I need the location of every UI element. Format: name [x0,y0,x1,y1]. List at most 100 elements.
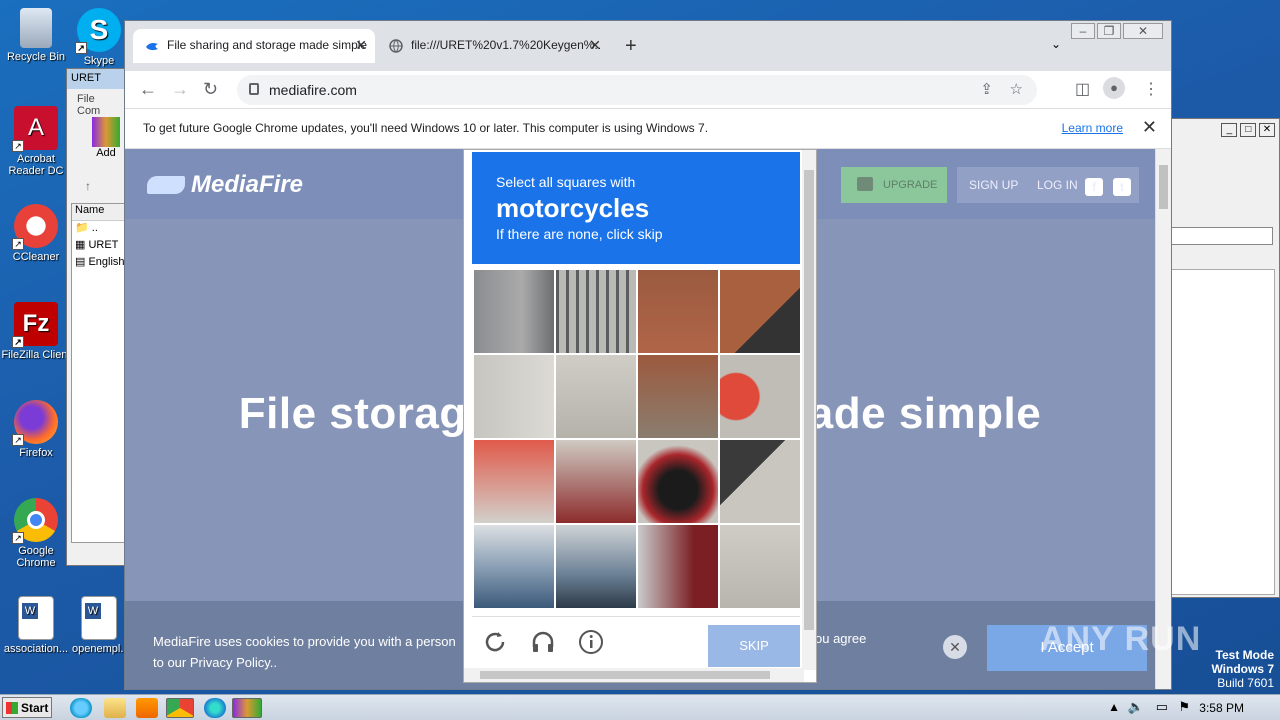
facebook-icon[interactable]: f [1085,178,1103,196]
page-scrollbar[interactable] [1155,149,1171,689]
start-button[interactable]: Start [2,697,52,718]
captcha-tile[interactable] [474,525,554,608]
taskbar-clock[interactable]: 3:58 PM [1199,701,1244,715]
add-button[interactable]: Add [89,117,123,159]
refresh-icon[interactable] [482,629,508,655]
minimize-icon[interactable]: – [1071,23,1095,39]
close-infobar-icon[interactable]: ✕ [1142,117,1157,138]
desktop-icon-ccleaner[interactable]: ↗ CCleaner [0,204,72,263]
close-window-icon[interactable]: ✕ [1123,23,1163,39]
network-icon[interactable]: ▭ [1156,699,1168,715]
explorer-folder-icon[interactable] [104,698,126,718]
new-tab-icon[interactable]: + [625,35,637,58]
captcha-tile[interactable] [556,270,636,353]
edge-icon[interactable] [204,698,226,718]
tab-mediafire[interactable]: File sharing and storage made simple ✕ [133,29,375,63]
tab-search-chevron-icon[interactable]: ⌄ [1051,37,1061,51]
captcha-tile[interactable] [720,525,800,608]
mediafire-logo[interactable]: MediaFire [147,171,303,199]
winrar-taskbar-icon[interactable] [232,698,262,718]
sign-up-link[interactable]: SIGN UP [969,178,1018,192]
winrar-window[interactable]: URET File Com Add ↑ Name 📁 .. ▦ URET ▤ E… [66,68,128,566]
tab-file[interactable]: file:///URET%20v1.7%20Keygen%.. ✕ [377,29,609,63]
desktop-icon-openempl[interactable]: W openempl... [72,596,126,655]
desktop-icon-association[interactable]: W association... [0,596,72,655]
menu-file[interactable]: File [77,93,95,105]
learn-more-link[interactable]: Learn more [1062,121,1123,135]
captcha-tile[interactable] [556,355,636,438]
desktop-icon-firefox[interactable]: ↗ Firefox [0,400,72,459]
flag-notification-icon[interactable]: ⚑ [1178,699,1190,715]
captcha-tile[interactable] [638,525,718,608]
media-player-icon[interactable] [136,698,158,718]
close-icon[interactable]: ✕ [1259,123,1275,137]
captcha-tile[interactable] [638,355,718,438]
close-tab-icon[interactable]: ✕ [589,37,601,54]
scroll-thumb[interactable] [804,170,814,630]
captcha-tile[interactable] [556,525,636,608]
tab-title: File sharing and storage made simple [167,38,368,52]
forward-icon[interactable]: → [171,79,189,100]
upgrade-button[interactable]: UPGRADE [841,167,947,203]
skype-icon: S ↗ [75,8,121,54]
captcha-tile[interactable] [720,440,800,523]
cookie-close-icon[interactable]: ✕ [943,635,967,659]
captcha-tile[interactable] [638,440,718,523]
side-panel-icon[interactable]: ◫ [1075,79,1090,99]
share-icon[interactable]: ⇪ [980,80,993,98]
desktop-icon-skype[interactable]: S ↗ Skype [74,8,124,67]
up-arrow-icon[interactable]: ↑ [85,179,91,193]
browser-window[interactable]: File sharing and storage made simple ✕ f… [124,20,1172,690]
maximize-icon[interactable]: □ [1240,123,1257,137]
captcha-horizontal-scrollbar[interactable] [464,668,804,682]
dropdown[interactable] [1169,227,1273,245]
log-in-link[interactable]: LOG IN [1037,178,1078,192]
close-tab-icon[interactable]: ✕ [355,37,367,54]
captcha-tile[interactable] [720,270,800,353]
hero-left: File storag [238,389,467,438]
captcha-tile[interactable] [638,270,718,353]
winrar-add-icon [92,117,120,147]
captcha-tile[interactable] [720,355,800,438]
desktop-icon-label: Google Chrome [16,545,56,569]
ie-icon[interactable] [70,698,92,718]
desktop-icon-recycle-bin[interactable]: Recycle Bin [0,8,72,63]
scroll-thumb[interactable] [480,671,770,679]
captcha-scrollbar[interactable] [802,150,816,670]
captcha-tile[interactable] [474,440,554,523]
headphones-audio-icon[interactable] [530,629,556,655]
captcha-tile[interactable] [474,270,554,353]
restore-icon[interactable]: ❐ [1097,23,1121,39]
skip-button[interactable]: SKIP [708,625,800,667]
desktop-icon-acrobat[interactable]: A ↗ Acrobat Reader DC [0,106,72,177]
desktop-icon-chrome[interactable]: ↗ Google Chrome [0,498,72,569]
column-header-name[interactable]: Name [72,204,124,221]
captcha-tile[interactable] [474,355,554,438]
test-mode-watermark: Test Mode Windows 7 Build 7601 [1211,648,1274,690]
twitter-icon[interactable]: t [1113,178,1131,196]
info-icon[interactable] [578,629,604,655]
volume-icon[interactable]: 🔈 [1128,699,1144,715]
background-window[interactable]: _ □ ✕ [1168,118,1280,598]
list-item[interactable]: ▤ English [72,255,124,272]
winrar-file-list[interactable]: Name 📁 .. ▦ URET ▤ English [71,203,125,543]
list-item[interactable]: 📁 .. [72,221,124,238]
winrar-titlebar[interactable]: URET [67,69,127,89]
back-icon[interactable]: ← [139,79,157,100]
address-bar[interactable]: mediafire.com ⇪ ☆ [237,75,1037,105]
bookmark-star-icon[interactable]: ☆ [1010,80,1023,98]
tray-chevron-icon[interactable]: ▲ [1108,700,1120,714]
list-item[interactable]: ▦ URET [72,238,124,255]
minimize-icon[interactable]: _ [1221,123,1238,137]
menu-commands[interactable]: Com [77,105,100,117]
profile-avatar-icon[interactable]: ● [1103,77,1125,99]
reload-icon[interactable]: ↻ [203,79,218,100]
scroll-thumb[interactable] [1159,165,1168,209]
chrome-taskbar-icon[interactable] [166,698,194,718]
desktop-icon-label: FileZilla Client [1,349,71,361]
captcha-tile[interactable] [556,440,636,523]
desktop-icon-filezilla[interactable]: Fz ↗ FileZilla Client [0,302,72,361]
captcha-image-grid [474,270,800,608]
lock-icon[interactable] [249,83,259,95]
menu-kebab-icon[interactable]: ⋮ [1143,79,1159,99]
